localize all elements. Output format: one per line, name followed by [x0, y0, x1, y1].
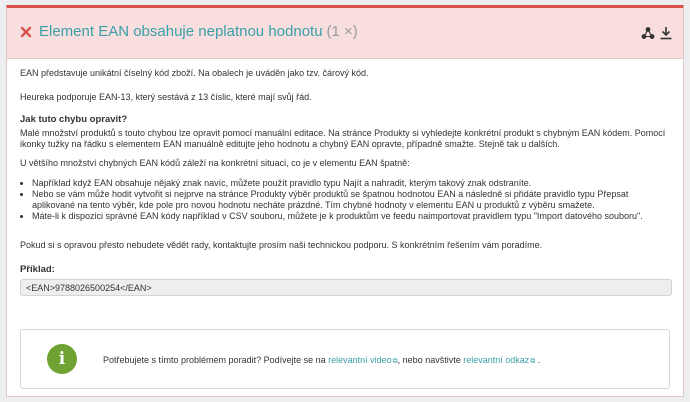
- occurrence-count: (1 ×): [326, 23, 358, 40]
- panel-title-text: Element EAN obsahuje neplatnou hodnotu: [39, 23, 323, 40]
- close-x-icon[interactable]: [19, 25, 33, 39]
- list-item: Máte-li k dispozici správné EAN kódy nap…: [32, 211, 672, 222]
- error-panel: Element EAN obsahuje neplatnou hodnotu (1…: [6, 5, 684, 397]
- fix-options-list: Například když EAN obsahuje nějaký znak …: [20, 178, 672, 222]
- ean-support-note: Heureka podporuje EAN-13, který sestává …: [20, 92, 312, 102]
- info-icon: i: [47, 344, 77, 374]
- bulk-fix-intro: U většího množství chybných EAN kódů zál…: [20, 158, 410, 168]
- share-icon[interactable]: [641, 26, 655, 40]
- download-icon[interactable]: [659, 26, 673, 40]
- list-item: Například když EAN obsahuje nějaký znak …: [32, 178, 672, 189]
- panel-header: Element EAN obsahuje neplatnou hodnotu (1…: [7, 8, 683, 59]
- relevant-link-text: relevantní odkaz: [463, 355, 530, 365]
- panel-title: Element EAN obsahuje neplatnou hodnotu (1…: [39, 23, 358, 40]
- fix-heading: Jak tuto chybu opravit?: [20, 114, 128, 125]
- relevant-link[interactable]: relevantní odkaz⧉: [463, 355, 535, 365]
- help-text-middle: , nebo navštivte: [397, 355, 464, 365]
- relevant-video-link[interactable]: relevantní video⧉: [328, 355, 398, 365]
- support-note: Pokud si s opravou přesto nebudete vědět…: [20, 240, 543, 250]
- relevant-video-link-text: relevantní video: [328, 355, 392, 365]
- help-message: Potřebujete s tímto problémem poradit? P…: [103, 355, 540, 366]
- ean-description: EAN představuje unikátní číselný kód zbo…: [20, 68, 369, 78]
- panel-content: EAN představuje unikátní číselný kód zbo…: [20, 68, 672, 296]
- info-icon-glyph: i: [58, 349, 66, 369]
- help-info-box: i Potřebujete s tímto problémem poradit?…: [20, 329, 670, 389]
- help-text-after: .: [535, 355, 541, 365]
- fix-instructions: Malé množství produktů s touto chybou lz…: [20, 128, 666, 149]
- help-text-before: Potřebujete s tímto problémem poradit? P…: [103, 355, 329, 365]
- example-code-block: <EAN>9788026500254</EAN>: [20, 279, 672, 296]
- list-item: Nebo se vám může hodit vytvořit si nejpr…: [32, 189, 672, 211]
- example-label: Příklad:: [20, 264, 55, 275]
